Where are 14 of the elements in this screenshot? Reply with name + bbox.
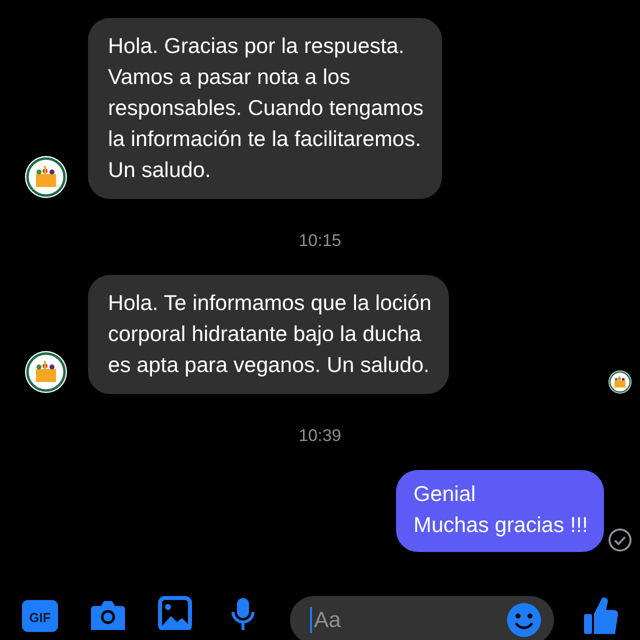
avatar-icon — [24, 155, 68, 199]
seen-avatar-icon — [608, 370, 632, 394]
message-field[interactable]: Aa — [290, 596, 554, 640]
message-input[interactable]: Aa — [310, 607, 506, 633]
message-text: Genial Muchas gracias !!! — [414, 482, 588, 537]
avatar-icon — [24, 350, 68, 394]
emoji-icon[interactable] — [506, 602, 542, 638]
message-text: Hola. Gracias por la respuesta. Vamos a pasar nota a los responsables. Cuando tengamos la información te la facilitaremos. Un saludo. — [108, 34, 424, 182]
timestamp: 10:39 — [298, 426, 342, 446]
thumbs-up-icon[interactable] — [584, 596, 618, 634]
message-text: Hola. Te informamos que la loción corporal hidratante bajo la ducha es apta para veganos. Un saludo. — [108, 291, 432, 377]
image-icon[interactable] — [158, 596, 192, 630]
timestamp: 10:15 — [298, 231, 342, 251]
microphone-icon[interactable] — [230, 596, 256, 630]
